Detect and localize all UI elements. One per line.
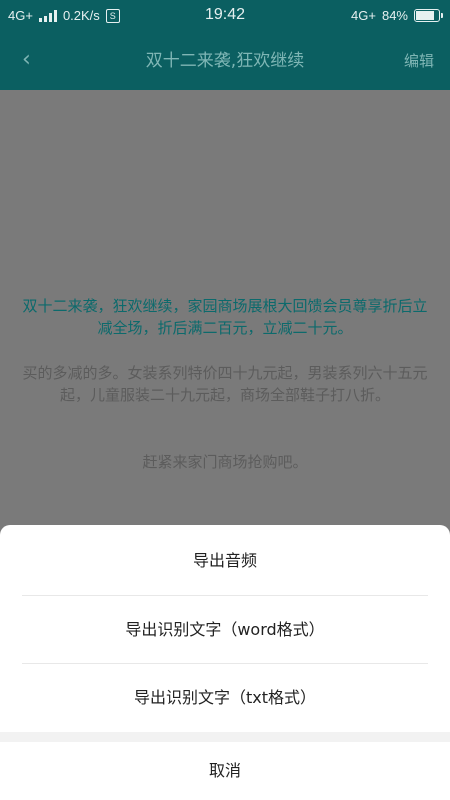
battery-level: [416, 11, 435, 20]
export-txt-option[interactable]: 导出识别文字（txt格式）: [0, 664, 450, 732]
edit-button[interactable]: 编辑: [404, 32, 434, 90]
status-bar: 4G+ 0.2K/s S 19:42 4G+ 84%: [0, 0, 450, 32]
paragraph: 买的多减的多。女装系列特价四十九元起，男装系列六十五元起，儿童服装二十九元起，商…: [22, 364, 428, 404]
export-action-sheet: 导出音频 导出识别文字（word格式） 导出识别文字（txt格式） 取消: [0, 525, 450, 800]
highlighted-paragraph: 双十二来袭，狂欢继续，家园商场展根大回馈会员尊享折后立减全场，折后满二百元，立减…: [22, 297, 428, 337]
export-audio-option[interactable]: 导出音频: [0, 527, 450, 595]
page-title: 双十二来袭,狂欢继续: [145, 51, 305, 71]
sheet-separator: [0, 732, 450, 742]
network-type-right: 4G+: [351, 8, 376, 23]
paragraph: 赶紧来家门商场抢购吧。: [142, 453, 308, 471]
export-word-option[interactable]: 导出识别文字（word格式）: [0, 596, 450, 664]
battery-icon: [414, 9, 443, 22]
status-right: 4G+ 84%: [351, 8, 443, 23]
cancel-button[interactable]: 取消: [0, 742, 450, 800]
document-content: 双十二来袭，狂欢继续，家园商场展根大回馈会员尊享折后立减全场，折后满二百元，立减…: [0, 90, 450, 525]
battery-percent: 84%: [381, 8, 408, 23]
app-header: ‹ 双十二来袭,狂欢继续 编辑: [0, 32, 450, 90]
